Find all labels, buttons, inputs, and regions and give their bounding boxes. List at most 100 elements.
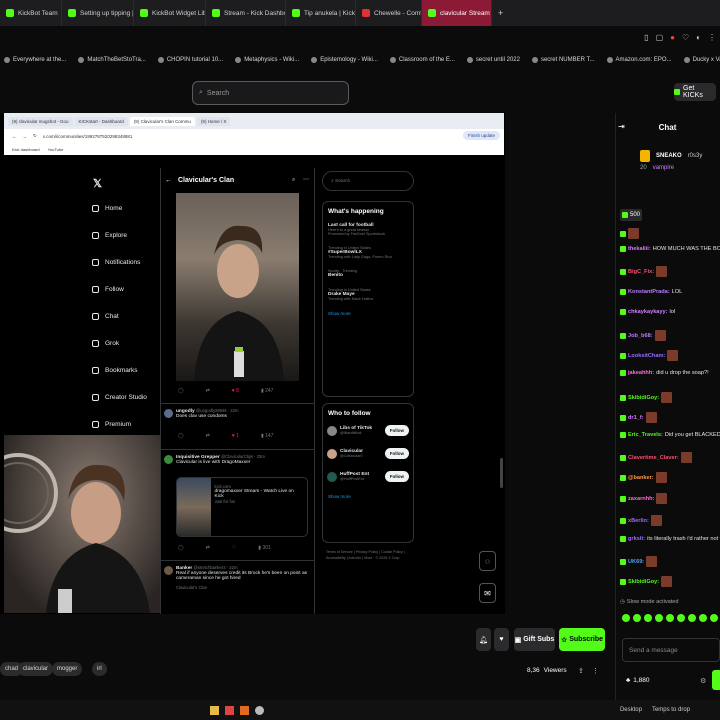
chat-username[interactable]: @banker:: [628, 475, 654, 481]
x-search-input[interactable]: ⌕ Search: [322, 171, 414, 191]
chat-username[interactable]: Job_b68:: [628, 333, 653, 339]
stream-video[interactable]: (9) clavicular mugshot - Goo KICKstart - …: [0, 113, 505, 614]
profile-icon[interactable]: ◐: [696, 33, 701, 42]
channel-points[interactable]: ♣ 1,880: [626, 677, 650, 684]
show-more-link[interactable]: Show more: [328, 494, 408, 499]
chat-settings-icon[interactable]: ⚙: [700, 677, 706, 685]
chat-username[interactable]: BigC_Fix:: [628, 269, 654, 275]
emote-bar: [622, 614, 718, 622]
browser-tab[interactable]: Chewelle - Comfortable: [356, 0, 422, 26]
chat-username[interactable]: grkslt:: [628, 536, 645, 542]
chat-username[interactable]: xBerlin:: [628, 518, 649, 524]
bookmarks-bar: Everywhere at the... MatchTheBetStoTra...…: [0, 50, 720, 70]
browser-tab[interactable]: KickBot Team: [0, 0, 62, 26]
chat-username[interactable]: jakeahhh:: [628, 370, 654, 376]
emote-icon[interactable]: [644, 614, 652, 622]
bookmark-item[interactable]: Everywhere at the...: [4, 57, 66, 63]
chat-username[interactable]: thekaliii:: [628, 246, 651, 252]
app-icon[interactable]: [240, 705, 249, 715]
chat-send-button[interactable]: [712, 670, 720, 690]
retweet-icon[interactable]: ⇄: [206, 388, 210, 394]
trend-subtitle: Trending with Mack Hollins: [328, 297, 374, 301]
follow-heart-button[interactable]: ♥: [494, 628, 509, 651]
bookmark-item[interactable]: CHOPIN tutorial 10...: [157, 57, 223, 63]
chat-username[interactable]: Eric_Travels:: [628, 432, 663, 438]
chat-username[interactable]: SkibidiGoy:: [628, 395, 659, 401]
show-more-link[interactable]: Show more: [328, 311, 408, 316]
reply-icon[interactable]: ◯: [178, 388, 184, 394]
chat-emote-icon: [656, 493, 668, 504]
new-tab-icon[interactable]: +: [492, 0, 509, 26]
like-icon[interactable]: ♥ 1: [232, 433, 239, 439]
views-icon[interactable]: ▮ 301: [258, 545, 270, 551]
stream-tag[interactable]: mogger: [52, 662, 83, 676]
retweet-icon[interactable]: ⇄: [206, 433, 210, 439]
subscribe-button[interactable]: ☆ Subscribe: [559, 628, 605, 651]
reply-icon[interactable]: ◯: [178, 545, 184, 551]
grok-icon[interactable]: ◌: [479, 551, 496, 571]
like-icon[interactable]: ♥ 8: [232, 388, 239, 394]
emote-icon[interactable]: [655, 614, 663, 622]
bookmark-item[interactable]: Classroom of the E...: [389, 57, 455, 63]
extension-icon[interactable]: ▢: [656, 33, 664, 42]
chat-emote-icon: [661, 576, 673, 587]
chat-username[interactable]: Clavertime_Claver:: [628, 455, 679, 461]
chat-username[interactable]: dr1_f:: [628, 415, 644, 421]
emote-icon[interactable]: [699, 614, 707, 622]
stream-tag[interactable]: clavicular: [18, 662, 54, 676]
x-nav-label: Home: [105, 205, 123, 212]
pinned-user: r0s3y: [687, 153, 703, 159]
notification-bell-button[interactable]: 🔔︎: [476, 628, 491, 651]
x-logo-icon: 𝕏: [93, 178, 102, 190]
emote-icon[interactable]: [633, 614, 641, 622]
app-icon[interactable]: [225, 705, 234, 715]
like-icon[interactable]: ♡: [232, 545, 236, 551]
browser-tab[interactable]: KickBot Widget Library: [134, 0, 206, 26]
avatar: [164, 455, 173, 464]
file-explorer-icon[interactable]: [210, 705, 219, 715]
emote-icon[interactable]: [622, 614, 630, 622]
chat-username[interactable]: KonstantPrada:: [628, 289, 670, 295]
bookmark-item[interactable]: secret NUMBER T...: [531, 57, 595, 63]
link-card[interactable]: kick.com dragomaxxer Stream - Watch Live…: [176, 477, 308, 537]
browser-tab[interactable]: Tip anukela | KickBot: [286, 0, 356, 26]
chat-username[interactable]: LooksitCham:: [628, 353, 665, 359]
bookmark-icon[interactable]: ♡: [682, 33, 689, 42]
share-icon[interactable]: ⇪: [578, 667, 584, 675]
kick-search-input[interactable]: ⌕ Search: [192, 81, 349, 105]
emote-icon[interactable]: [666, 614, 674, 622]
messages-icon[interactable]: ✉: [479, 583, 496, 603]
more-icon[interactable]: ⋮: [592, 667, 599, 675]
emote-icon[interactable]: [710, 614, 718, 622]
bookmark-item[interactable]: Amazon.com: EPO...: [606, 57, 672, 63]
chat-username[interactable]: UK69:: [628, 559, 644, 565]
retweet-icon[interactable]: ⇄: [206, 545, 210, 551]
browser-tab[interactable]: clavicular Stream - Ki: [422, 0, 492, 26]
extension-icon[interactable]: ●: [670, 33, 675, 42]
browser-tab[interactable]: Setting up tipping | KickBot: [62, 0, 134, 26]
bookmark-item[interactable]: MatchTheBetStoTra...: [78, 57, 146, 63]
chat-message-input[interactable]: Send a message: [622, 638, 720, 662]
chat-username[interactable]: SkibidiGoy:: [628, 579, 659, 585]
views-icon[interactable]: ▮ 147: [261, 433, 273, 439]
extension-icon[interactable]: ▯: [644, 33, 648, 42]
app-icon[interactable]: [255, 705, 264, 715]
bookmark-item[interactable]: Epistemology - Wiki...: [311, 57, 378, 63]
emote-icon[interactable]: [677, 614, 685, 622]
bookmark-item[interactable]: Metaphysics - Wiki...: [235, 57, 299, 63]
emote-icon[interactable]: [688, 614, 696, 622]
get-kicks-button[interactable]: Get KICKs: [674, 83, 716, 101]
scrollbar[interactable]: [500, 458, 503, 488]
avatar: [327, 425, 337, 436]
gift-subs-button[interactable]: ▣ Gift Subs: [514, 628, 555, 651]
views-icon[interactable]: ▮ 247: [261, 388, 273, 394]
x-nav-icon: [92, 259, 99, 266]
stream-tag[interactable]: irl: [92, 662, 107, 676]
chat-username[interactable]: zaxarnhh:: [628, 496, 654, 502]
chat-username[interactable]: chkaykaykayy:: [628, 309, 668, 315]
browser-tab[interactable]: Stream - Kick Dashboard: [206, 0, 286, 26]
bookmark-item[interactable]: secret until 2022: [466, 57, 520, 63]
bookmark-item[interactable]: Ducky x Varmilo...: [683, 57, 720, 63]
reply-icon[interactable]: ◯: [178, 433, 184, 439]
menu-icon[interactable]: ⋮: [708, 33, 716, 42]
